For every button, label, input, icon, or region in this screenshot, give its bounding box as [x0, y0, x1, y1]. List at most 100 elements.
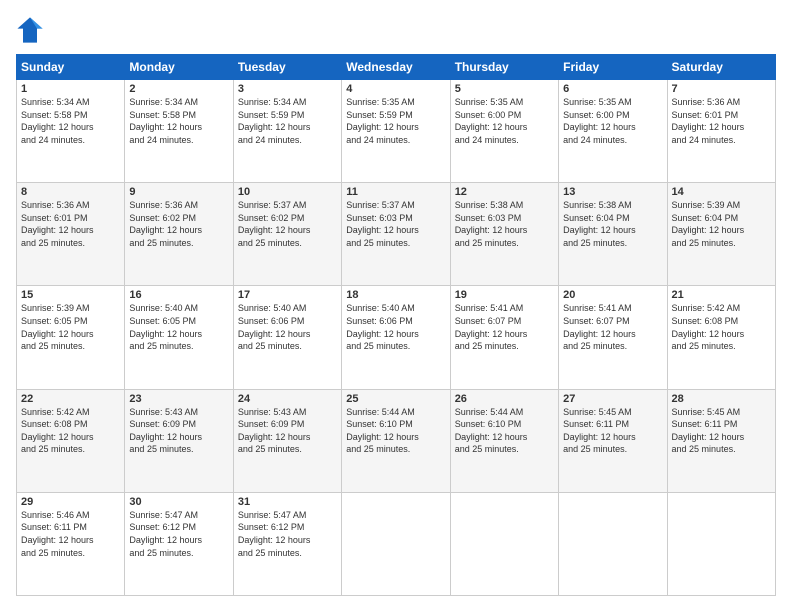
empty-cell: [559, 492, 667, 595]
day-cell-23: 23Sunrise: 5:43 AM Sunset: 6:09 PM Dayli…: [125, 389, 233, 492]
day-info: Sunrise: 5:45 AM Sunset: 6:11 PM Dayligh…: [563, 406, 662, 456]
day-info: Sunrise: 5:47 AM Sunset: 6:12 PM Dayligh…: [129, 509, 228, 559]
day-cell-28: 28Sunrise: 5:45 AM Sunset: 6:11 PM Dayli…: [667, 389, 775, 492]
day-cell-17: 17Sunrise: 5:40 AM Sunset: 6:06 PM Dayli…: [233, 286, 341, 389]
day-number: 24: [238, 393, 337, 405]
day-number: 19: [455, 289, 554, 301]
day-cell-18: 18Sunrise: 5:40 AM Sunset: 6:06 PM Dayli…: [342, 286, 450, 389]
day-cell-29: 29Sunrise: 5:46 AM Sunset: 6:11 PM Dayli…: [17, 492, 125, 595]
day-info: Sunrise: 5:38 AM Sunset: 6:03 PM Dayligh…: [455, 199, 554, 249]
day-number: 12: [455, 186, 554, 198]
day-info: Sunrise: 5:36 AM Sunset: 6:02 PM Dayligh…: [129, 199, 228, 249]
day-cell-3: 3Sunrise: 5:34 AM Sunset: 5:59 PM Daylig…: [233, 80, 341, 183]
day-number: 27: [563, 393, 662, 405]
day-cell-7: 7Sunrise: 5:36 AM Sunset: 6:01 PM Daylig…: [667, 80, 775, 183]
day-number: 31: [238, 496, 337, 508]
day-number: 16: [129, 289, 228, 301]
day-info: Sunrise: 5:34 AM Sunset: 5:58 PM Dayligh…: [21, 96, 120, 146]
day-cell-9: 9Sunrise: 5:36 AM Sunset: 6:02 PM Daylig…: [125, 183, 233, 286]
day-info: Sunrise: 5:43 AM Sunset: 6:09 PM Dayligh…: [129, 406, 228, 456]
day-info: Sunrise: 5:34 AM Sunset: 5:59 PM Dayligh…: [238, 96, 337, 146]
day-info: Sunrise: 5:47 AM Sunset: 6:12 PM Dayligh…: [238, 509, 337, 559]
day-info: Sunrise: 5:44 AM Sunset: 6:10 PM Dayligh…: [455, 406, 554, 456]
day-info: Sunrise: 5:46 AM Sunset: 6:11 PM Dayligh…: [21, 509, 120, 559]
day-info: Sunrise: 5:37 AM Sunset: 6:03 PM Dayligh…: [346, 199, 445, 249]
day-cell-2: 2Sunrise: 5:34 AM Sunset: 5:58 PM Daylig…: [125, 80, 233, 183]
col-header-saturday: Saturday: [667, 55, 775, 80]
day-cell-27: 27Sunrise: 5:45 AM Sunset: 6:11 PM Dayli…: [559, 389, 667, 492]
day-info: Sunrise: 5:39 AM Sunset: 6:05 PM Dayligh…: [21, 302, 120, 352]
day-cell-1: 1Sunrise: 5:34 AM Sunset: 5:58 PM Daylig…: [17, 80, 125, 183]
day-cell-12: 12Sunrise: 5:38 AM Sunset: 6:03 PM Dayli…: [450, 183, 558, 286]
day-info: Sunrise: 5:40 AM Sunset: 6:06 PM Dayligh…: [346, 302, 445, 352]
day-info: Sunrise: 5:38 AM Sunset: 6:04 PM Dayligh…: [563, 199, 662, 249]
day-info: Sunrise: 5:41 AM Sunset: 6:07 PM Dayligh…: [563, 302, 662, 352]
day-cell-16: 16Sunrise: 5:40 AM Sunset: 6:05 PM Dayli…: [125, 286, 233, 389]
day-info: Sunrise: 5:44 AM Sunset: 6:10 PM Dayligh…: [346, 406, 445, 456]
day-info: Sunrise: 5:36 AM Sunset: 6:01 PM Dayligh…: [21, 199, 120, 249]
day-info: Sunrise: 5:39 AM Sunset: 6:04 PM Dayligh…: [672, 199, 771, 249]
day-info: Sunrise: 5:41 AM Sunset: 6:07 PM Dayligh…: [455, 302, 554, 352]
empty-cell: [450, 492, 558, 595]
day-info: Sunrise: 5:34 AM Sunset: 5:58 PM Dayligh…: [129, 96, 228, 146]
day-cell-24: 24Sunrise: 5:43 AM Sunset: 6:09 PM Dayli…: [233, 389, 341, 492]
col-header-monday: Monday: [125, 55, 233, 80]
day-number: 15: [21, 289, 120, 301]
page: SundayMondayTuesdayWednesdayThursdayFrid…: [0, 0, 792, 612]
col-header-friday: Friday: [559, 55, 667, 80]
day-number: 18: [346, 289, 445, 301]
day-cell-5: 5Sunrise: 5:35 AM Sunset: 6:00 PM Daylig…: [450, 80, 558, 183]
week-row-1: 1Sunrise: 5:34 AM Sunset: 5:58 PM Daylig…: [17, 80, 776, 183]
day-cell-25: 25Sunrise: 5:44 AM Sunset: 6:10 PM Dayli…: [342, 389, 450, 492]
day-number: 22: [21, 393, 120, 405]
header-row: SundayMondayTuesdayWednesdayThursdayFrid…: [17, 55, 776, 80]
logo: [16, 16, 48, 44]
week-row-5: 29Sunrise: 5:46 AM Sunset: 6:11 PM Dayli…: [17, 492, 776, 595]
day-number: 8: [21, 186, 120, 198]
day-number: 29: [21, 496, 120, 508]
day-info: Sunrise: 5:40 AM Sunset: 6:06 PM Dayligh…: [238, 302, 337, 352]
day-info: Sunrise: 5:35 AM Sunset: 6:00 PM Dayligh…: [563, 96, 662, 146]
day-number: 3: [238, 83, 337, 95]
col-header-sunday: Sunday: [17, 55, 125, 80]
day-info: Sunrise: 5:45 AM Sunset: 6:11 PM Dayligh…: [672, 406, 771, 456]
day-number: 5: [455, 83, 554, 95]
day-cell-8: 8Sunrise: 5:36 AM Sunset: 6:01 PM Daylig…: [17, 183, 125, 286]
day-info: Sunrise: 5:42 AM Sunset: 6:08 PM Dayligh…: [21, 406, 120, 456]
day-info: Sunrise: 5:35 AM Sunset: 6:00 PM Dayligh…: [455, 96, 554, 146]
calendar-table: SundayMondayTuesdayWednesdayThursdayFrid…: [16, 54, 776, 596]
header: [16, 16, 776, 44]
day-info: Sunrise: 5:43 AM Sunset: 6:09 PM Dayligh…: [238, 406, 337, 456]
day-number: 7: [672, 83, 771, 95]
day-number: 21: [672, 289, 771, 301]
day-cell-31: 31Sunrise: 5:47 AM Sunset: 6:12 PM Dayli…: [233, 492, 341, 595]
day-number: 1: [21, 83, 120, 95]
day-cell-6: 6Sunrise: 5:35 AM Sunset: 6:00 PM Daylig…: [559, 80, 667, 183]
day-cell-13: 13Sunrise: 5:38 AM Sunset: 6:04 PM Dayli…: [559, 183, 667, 286]
col-header-wednesday: Wednesday: [342, 55, 450, 80]
day-info: Sunrise: 5:36 AM Sunset: 6:01 PM Dayligh…: [672, 96, 771, 146]
day-number: 11: [346, 186, 445, 198]
day-number: 13: [563, 186, 662, 198]
day-cell-14: 14Sunrise: 5:39 AM Sunset: 6:04 PM Dayli…: [667, 183, 775, 286]
day-number: 30: [129, 496, 228, 508]
day-number: 14: [672, 186, 771, 198]
week-row-4: 22Sunrise: 5:42 AM Sunset: 6:08 PM Dayli…: [17, 389, 776, 492]
day-cell-19: 19Sunrise: 5:41 AM Sunset: 6:07 PM Dayli…: [450, 286, 558, 389]
day-number: 28: [672, 393, 771, 405]
day-cell-22: 22Sunrise: 5:42 AM Sunset: 6:08 PM Dayli…: [17, 389, 125, 492]
day-cell-26: 26Sunrise: 5:44 AM Sunset: 6:10 PM Dayli…: [450, 389, 558, 492]
empty-cell: [667, 492, 775, 595]
day-cell-30: 30Sunrise: 5:47 AM Sunset: 6:12 PM Dayli…: [125, 492, 233, 595]
day-number: 10: [238, 186, 337, 198]
day-number: 17: [238, 289, 337, 301]
day-info: Sunrise: 5:40 AM Sunset: 6:05 PM Dayligh…: [129, 302, 228, 352]
week-row-3: 15Sunrise: 5:39 AM Sunset: 6:05 PM Dayli…: [17, 286, 776, 389]
day-info: Sunrise: 5:42 AM Sunset: 6:08 PM Dayligh…: [672, 302, 771, 352]
col-header-tuesday: Tuesday: [233, 55, 341, 80]
day-cell-10: 10Sunrise: 5:37 AM Sunset: 6:02 PM Dayli…: [233, 183, 341, 286]
day-number: 9: [129, 186, 228, 198]
day-cell-21: 21Sunrise: 5:42 AM Sunset: 6:08 PM Dayli…: [667, 286, 775, 389]
day-cell-15: 15Sunrise: 5:39 AM Sunset: 6:05 PM Dayli…: [17, 286, 125, 389]
day-cell-4: 4Sunrise: 5:35 AM Sunset: 5:59 PM Daylig…: [342, 80, 450, 183]
